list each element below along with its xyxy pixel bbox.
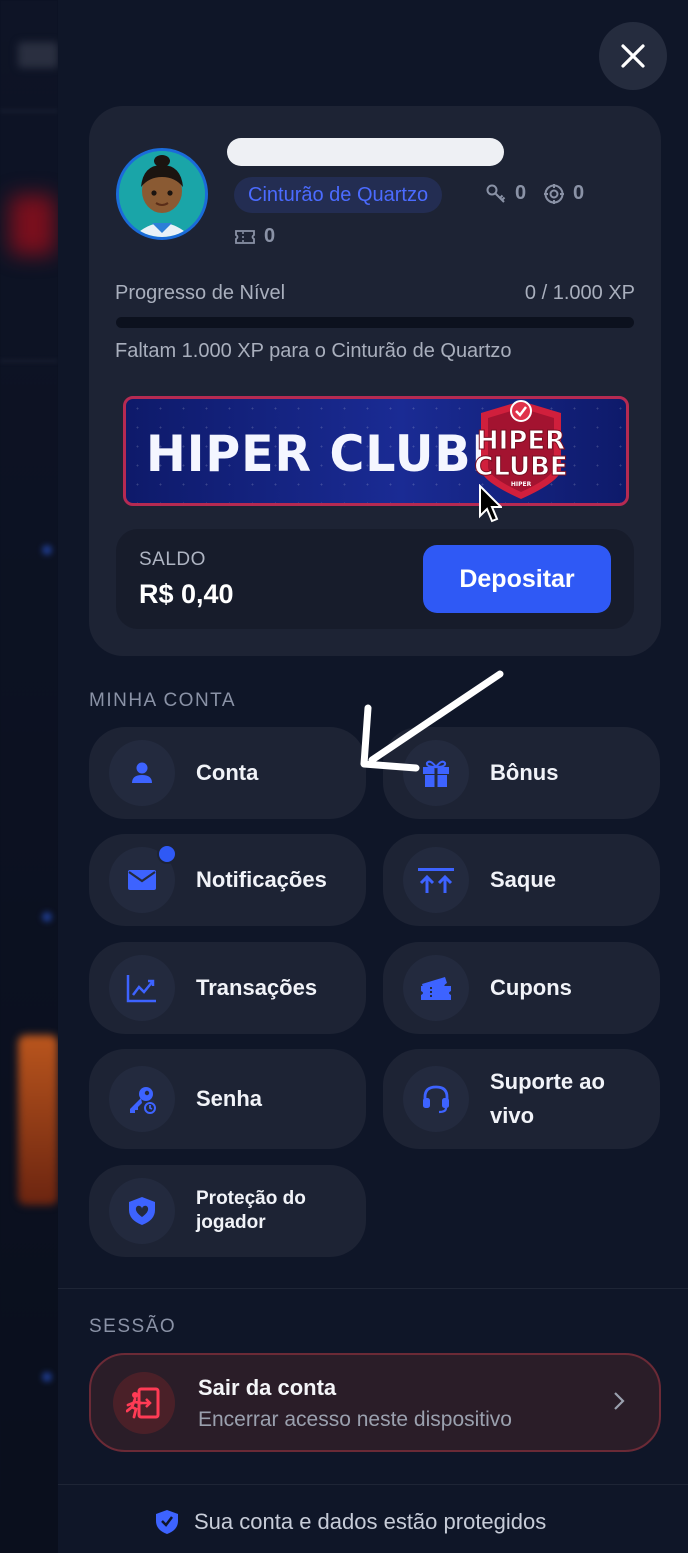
level-progress-label: Progresso de Nível: [115, 282, 286, 304]
menu-item-label: Proteção do jogador: [196, 1188, 306, 1233]
menu-item-label: Saque: [490, 867, 557, 892]
account-section-title: MINHA CONTA: [89, 690, 237, 711]
annotation-arrow-icon: [360, 670, 504, 772]
security-footer: Sua conta e dados estão protegidos: [154, 1508, 546, 1536]
keys-stat: 0: [485, 182, 526, 205]
withdraw-icon-wrap: [403, 847, 469, 913]
menu-item-label: Suporte ao vivo: [490, 1069, 605, 1128]
background-app: [0, 0, 58, 1553]
security-footer-text: Sua conta e dados estão protegidos: [194, 1509, 547, 1534]
hiper-clube-banner[interactable]: HIPER CLUBE HIPER CLUBE HIPER: [123, 396, 629, 506]
tickets-stat: 0: [234, 225, 275, 248]
key-icon-wrap: [109, 1066, 175, 1132]
user-icon-wrap: [109, 740, 175, 806]
background-logo: [18, 42, 58, 68]
close-icon: [621, 44, 645, 68]
menu-item-saque[interactable]: Saque: [383, 834, 660, 926]
user-icon: [132, 762, 152, 783]
menu-item-cupons[interactable]: Cupons: [383, 942, 660, 1034]
target-icon: [544, 183, 564, 204]
ticket-icon: [421, 977, 451, 1000]
deposit-button[interactable]: Depositar: [423, 545, 611, 613]
level-progress-bar: [116, 317, 634, 328]
logout-button[interactable]: Sair da conta Encerrar acesso neste disp…: [89, 1353, 661, 1452]
background-banner: [10, 195, 55, 255]
profile-card: Cinturão de Quartzo 0 0 0 Progresso de N…: [89, 106, 661, 656]
tier-badge[interactable]: Cinturão de Quartzo: [234, 177, 443, 213]
chart-icon: [126, 975, 156, 1003]
menu-item-transacoes[interactable]: Transações: [89, 942, 366, 1034]
menu-item-conta[interactable]: Conta: [89, 727, 366, 819]
level-progress-hint: Faltam 1.000 XP para o Cinturão de Quart…: [115, 340, 512, 362]
key-icon: [486, 184, 506, 203]
avatar[interactable]: [116, 148, 208, 240]
username-redacted: [227, 138, 504, 166]
gems-count: 0: [573, 182, 585, 204]
logout-icon-wrap: [113, 1372, 175, 1434]
logo-small: HIPER: [511, 481, 532, 488]
password-key-icon: [130, 1087, 156, 1114]
chart-icon-wrap: [109, 955, 175, 1021]
background-dot: [42, 912, 52, 922]
background-game-card: [18, 1035, 58, 1205]
balance-box: SALDO R$ 0,40 Depositar: [116, 529, 634, 629]
menu-item-label: Senha: [196, 1086, 263, 1111]
close-button[interactable]: [599, 22, 667, 90]
menu-item-label: Transações: [196, 975, 318, 1000]
background-divider: [0, 110, 58, 112]
logout-title: Sair da conta: [198, 1375, 337, 1400]
gems-stat: 0: [543, 182, 584, 205]
ticket-small-icon: [235, 229, 255, 244]
level-progress-value: 0 / 1.000 XP: [524, 282, 635, 304]
shield-icon-wrap: [109, 1178, 175, 1244]
section-divider: [58, 1288, 688, 1289]
withdraw-icon: [418, 868, 454, 893]
shield-check-icon: [156, 1510, 178, 1534]
headset-icon: [423, 1085, 449, 1114]
balance-label: SALDO: [139, 549, 206, 570]
mail-icon: [128, 870, 156, 890]
session-section-title: SESSÃO: [89, 1316, 177, 1337]
chevron-right-icon: [614, 1392, 625, 1410]
account-drawer: Cinturão de Quartzo 0 0 0 Progresso de N…: [58, 0, 688, 1553]
logout-subtitle: Encerrar acesso neste dispositivo: [198, 1408, 512, 1431]
tickets-count: 0: [264, 225, 276, 247]
menu-item-protecao[interactable]: Proteção do jogador: [89, 1165, 366, 1257]
avatar-image: [119, 151, 205, 237]
background-dot: [42, 1372, 52, 1382]
menu-item-label: Notificações: [196, 867, 327, 892]
notification-badge: [157, 844, 177, 864]
menu-item-label: Conta: [196, 760, 259, 785]
background-dot: [42, 545, 52, 555]
banner-title: HIPER CLUBE: [146, 425, 505, 483]
logout-icon: [126, 1387, 160, 1419]
logo-line2: CLUBE: [474, 452, 567, 482]
balance-value: R$ 0,40: [139, 579, 234, 609]
menu-item-suporte[interactable]: Suporte ao vivo: [383, 1049, 660, 1149]
shield-heart-icon: [129, 1197, 155, 1225]
footer-divider: [58, 1484, 688, 1485]
headset-icon-wrap: [403, 1066, 469, 1132]
menu-item-notificacoes[interactable]: Notificações: [89, 834, 366, 926]
ticket-icon-wrap: [403, 955, 469, 1021]
menu-item-senha[interactable]: Senha: [89, 1049, 366, 1149]
mouse-cursor-icon: [479, 484, 502, 523]
menu-item-label: Cupons: [490, 975, 572, 1000]
background-divider: [0, 360, 58, 362]
keys-count: 0: [515, 182, 527, 204]
